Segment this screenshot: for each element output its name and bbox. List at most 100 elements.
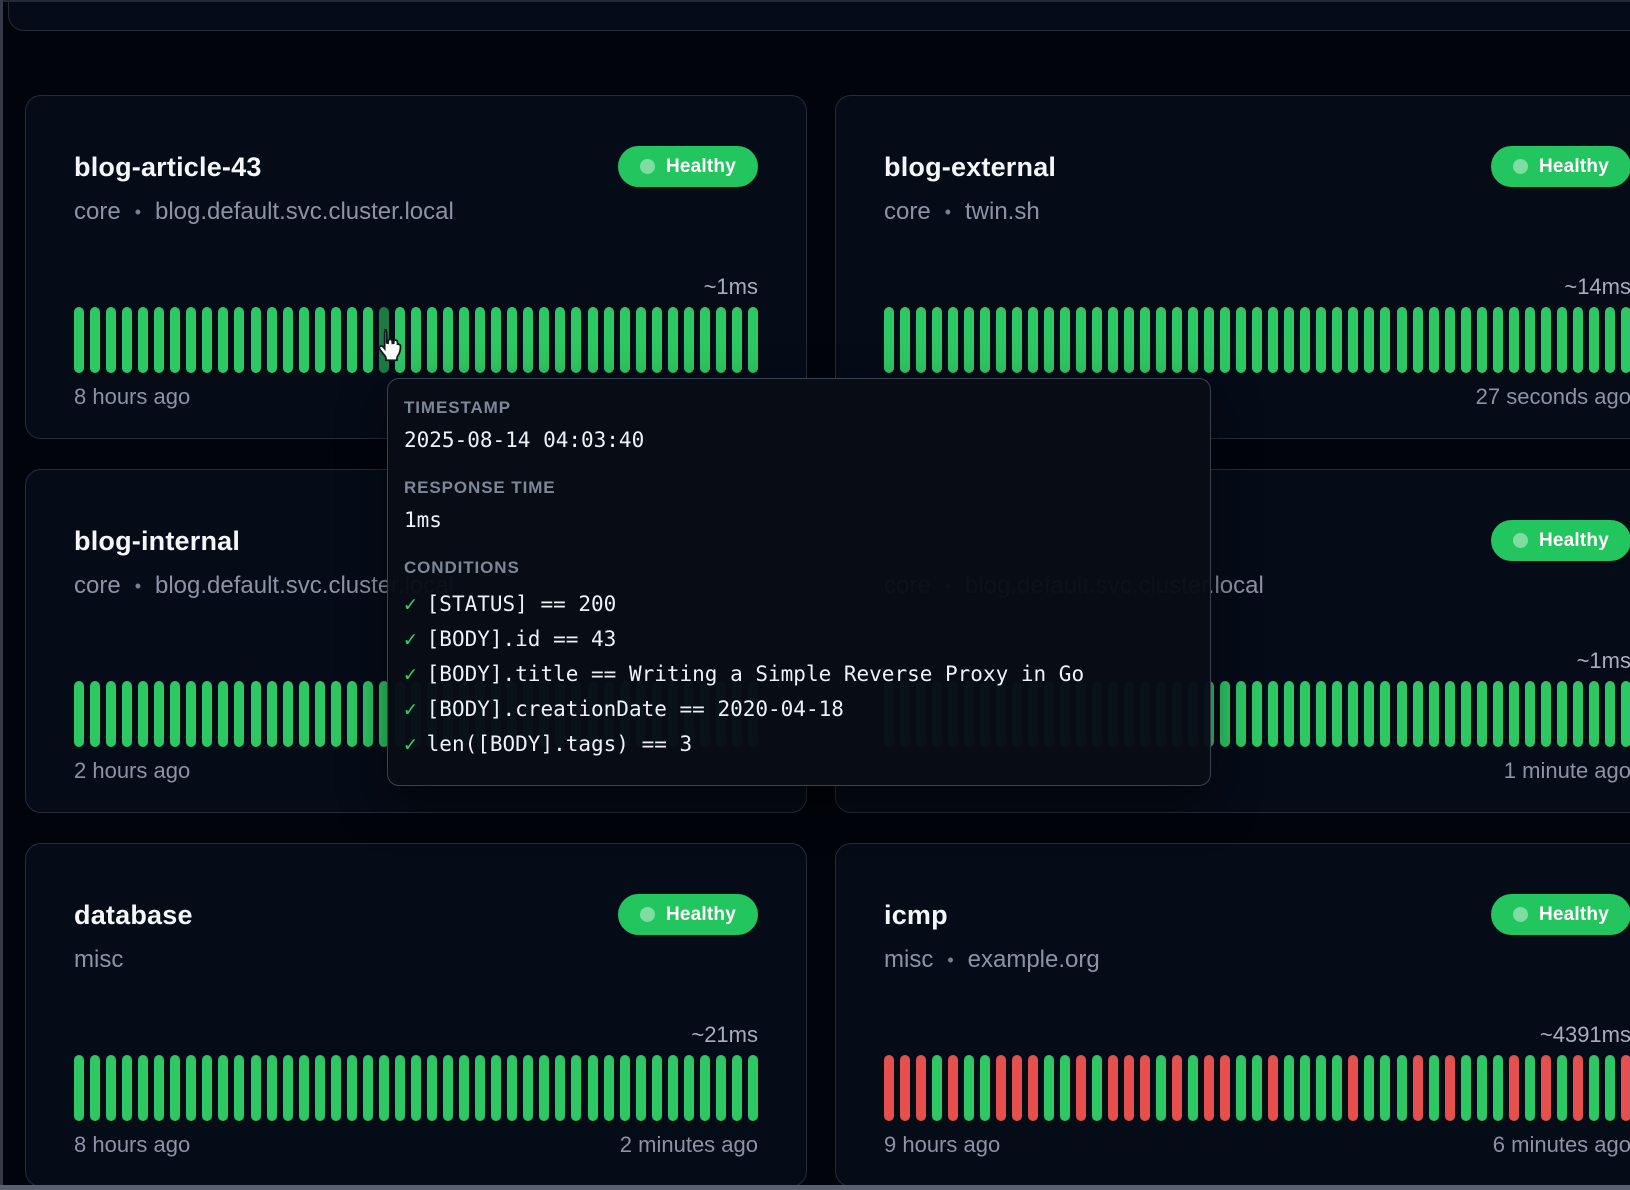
health-bar[interactable] [1236, 1055, 1246, 1121]
health-bar[interactable] [700, 307, 710, 373]
health-bar[interactable] [684, 1055, 694, 1121]
health-bar[interactable] [122, 307, 132, 373]
health-bar[interactable] [1541, 681, 1551, 747]
health-bar[interactable] [652, 1055, 662, 1121]
health-bar[interactable] [1525, 307, 1535, 373]
health-bar[interactable] [315, 681, 325, 747]
health-bar[interactable] [283, 307, 293, 373]
health-bar[interactable] [267, 681, 277, 747]
health-bar[interactable] [202, 681, 212, 747]
health-bar[interactable] [299, 681, 309, 747]
health-bar[interactable] [283, 1055, 293, 1121]
health-bar[interactable] [154, 307, 164, 373]
health-bar[interactable] [267, 307, 277, 373]
health-bar[interactable] [251, 681, 261, 747]
health-bar[interactable] [154, 1055, 164, 1121]
health-bar[interactable] [234, 681, 244, 747]
service-card-icmp[interactable]: icmpHealthymisc•example.org~4391ms9 hour… [835, 843, 1630, 1187]
health-bar[interactable] [1172, 307, 1182, 373]
health-bar[interactable] [1477, 681, 1487, 747]
health-bar[interactable] [507, 1055, 517, 1121]
health-bar[interactable] [1573, 1055, 1583, 1121]
health-bar[interactable] [1429, 681, 1439, 747]
health-bar[interactable] [1300, 681, 1310, 747]
health-bar[interactable] [283, 681, 293, 747]
health-bar[interactable] [1140, 307, 1150, 373]
health-bar[interactable] [604, 1055, 614, 1121]
health-bar[interactable] [1525, 681, 1535, 747]
health-bar[interactable] [411, 307, 421, 373]
health-bar[interactable] [218, 1055, 228, 1121]
health-bar[interactable] [170, 1055, 180, 1121]
health-bar[interactable] [1076, 307, 1086, 373]
health-bar[interactable] [1589, 681, 1599, 747]
health-bar[interactable] [251, 307, 261, 373]
health-bar[interactable] [1012, 307, 1022, 373]
health-bar[interactable] [154, 681, 164, 747]
health-bar[interactable] [884, 1055, 894, 1121]
health-bar[interactable] [1445, 1055, 1455, 1121]
health-bar[interactable] [996, 1055, 1006, 1121]
health-bar[interactable] [1300, 307, 1310, 373]
health-bar[interactable] [1284, 681, 1294, 747]
health-bar[interactable] [90, 307, 100, 373]
health-bar[interactable] [459, 307, 469, 373]
health-bar[interactable] [202, 1055, 212, 1121]
health-bar[interactable] [1573, 307, 1583, 373]
health-bar[interactable] [202, 307, 212, 373]
health-bar[interactable] [218, 681, 228, 747]
health-bar[interactable] [138, 307, 148, 373]
health-bar[interactable] [363, 1055, 373, 1121]
health-bar[interactable] [1188, 1055, 1198, 1121]
health-bar[interactable] [1557, 681, 1567, 747]
health-bar[interactable] [1156, 307, 1166, 373]
health-bar[interactable] [620, 1055, 630, 1121]
health-bar[interactable] [1461, 1055, 1471, 1121]
health-bar[interactable] [1525, 1055, 1535, 1121]
health-bar[interactable] [1172, 1055, 1182, 1121]
health-bar[interactable] [1316, 307, 1326, 373]
health-bar[interactable] [459, 1055, 469, 1121]
health-bar[interactable] [475, 307, 485, 373]
health-bar[interactable] [186, 307, 196, 373]
health-bar[interactable] [395, 1055, 405, 1121]
health-bar[interactable] [1044, 1055, 1054, 1121]
health-bar[interactable] [900, 1055, 910, 1121]
health-bar[interactable] [1413, 681, 1423, 747]
health-bar[interactable] [315, 307, 325, 373]
health-bar[interactable] [106, 681, 116, 747]
health-bar[interactable] [604, 307, 614, 373]
health-bar[interactable] [932, 307, 942, 373]
health-bar[interactable] [1541, 307, 1551, 373]
health-bar[interactable] [1477, 1055, 1487, 1121]
health-bar[interactable] [379, 1055, 389, 1121]
health-bar[interactable] [1605, 307, 1615, 373]
health-bar[interactable] [74, 1055, 84, 1121]
health-bar[interactable] [620, 307, 630, 373]
health-bar[interactable] [491, 1055, 501, 1121]
health-bar[interactable] [1493, 681, 1503, 747]
health-bar[interactable] [1557, 307, 1567, 373]
health-bar[interactable] [74, 307, 84, 373]
health-bar[interactable] [443, 1055, 453, 1121]
health-bar[interactable] [1332, 307, 1342, 373]
health-bar[interactable] [251, 1055, 261, 1121]
health-bar[interactable] [1364, 1055, 1374, 1121]
health-bar[interactable] [588, 307, 598, 373]
health-bar[interactable] [1140, 1055, 1150, 1121]
health-bar[interactable] [748, 1055, 758, 1121]
health-bar[interactable] [234, 1055, 244, 1121]
health-bar[interactable] [571, 307, 581, 373]
health-bar[interactable] [1380, 681, 1390, 747]
health-bar[interactable] [652, 307, 662, 373]
health-bar[interactable] [1509, 307, 1519, 373]
health-bar[interactable] [1332, 1055, 1342, 1121]
health-bar[interactable] [170, 307, 180, 373]
health-bar[interactable] [732, 307, 742, 373]
health-bar[interactable] [1268, 1055, 1278, 1121]
health-bar[interactable] [948, 1055, 958, 1121]
health-bar[interactable] [1621, 681, 1630, 747]
health-bar[interactable] [347, 681, 357, 747]
health-bar[interactable] [1284, 307, 1294, 373]
health-bar[interactable] [636, 1055, 646, 1121]
